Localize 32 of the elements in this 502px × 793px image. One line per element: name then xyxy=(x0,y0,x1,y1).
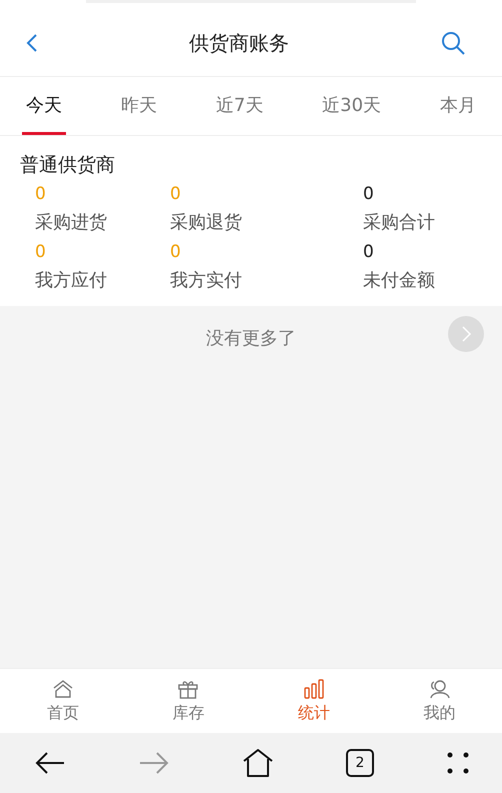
back-arrow-icon[interactable] xyxy=(34,750,66,776)
nav-tab[interactable]: 库存 xyxy=(126,669,251,733)
section-title: 普通供货商 xyxy=(20,153,116,178)
stat-value: 0 xyxy=(363,242,374,262)
tab-count-button[interactable]: 2 xyxy=(346,749,374,777)
menu-icon[interactable] xyxy=(446,751,470,775)
nav-tab[interactable]: 首页 xyxy=(0,669,126,733)
period-tab[interactable]: 昨天 xyxy=(116,77,161,135)
stat-value: 0 xyxy=(363,184,374,204)
stat-label: 采购合计 xyxy=(363,211,435,234)
bar-chart-icon xyxy=(302,678,325,698)
period-tab[interactable]: 本月 xyxy=(436,77,480,135)
stat-label: 我方应付 xyxy=(35,269,107,292)
end-text: 没有更多了 xyxy=(206,327,296,350)
gift-icon xyxy=(177,678,200,698)
back-icon[interactable] xyxy=(26,33,38,53)
period-tab[interactable]: 近7天 xyxy=(212,77,268,135)
page-title: 供货商账务 xyxy=(189,30,289,56)
search-icon[interactable] xyxy=(440,30,466,56)
period-tab[interactable]: 近30天 xyxy=(318,77,386,135)
stat-label: 我方实付 xyxy=(170,269,242,292)
stat-value: 0 xyxy=(170,242,181,262)
home-icon[interactable] xyxy=(242,748,274,778)
stat-value: 0 xyxy=(35,184,46,204)
stat-label: 采购进货 xyxy=(35,211,107,234)
nav-tab[interactable]: 我的 xyxy=(376,669,502,733)
nav-tab[interactable]: 统计 xyxy=(251,669,376,733)
stat-value: 0 xyxy=(170,184,181,204)
home-icon xyxy=(52,678,74,698)
stat-value: 0 xyxy=(35,242,46,262)
stat-label: 采购退货 xyxy=(170,211,242,234)
stat-label: 未付金额 xyxy=(363,269,435,292)
